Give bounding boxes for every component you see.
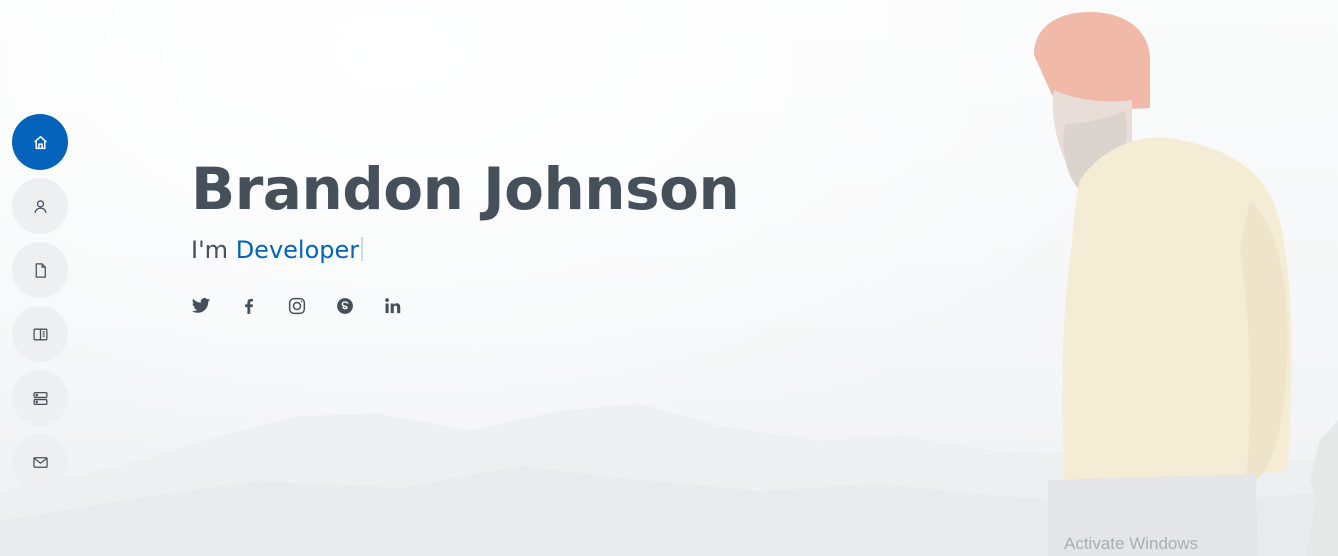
nav-about-button[interactable]: [12, 178, 68, 234]
activate-windows-watermark: Activate Windows: [1064, 534, 1199, 553]
instagram-link[interactable]: [287, 296, 307, 316]
file-icon: [35, 262, 46, 278]
instagram-icon: [288, 297, 306, 315]
hero-section: Brandon Johnson I'm Developer: [191, 152, 740, 316]
book-half-icon: [32, 328, 48, 340]
typed-cursor: [361, 237, 364, 261]
linkedin-link[interactable]: [383, 296, 403, 316]
hero-subtitle: I'm Developer: [191, 234, 739, 266]
envelope-icon: [32, 456, 48, 468]
skype-icon: [337, 298, 353, 314]
nav-contact-button[interactable]: [12, 434, 68, 490]
nav-portfolio-button[interactable]: [12, 306, 68, 362]
server-icon: [32, 391, 48, 405]
twitter-link[interactable]: [191, 296, 211, 316]
hero-typed-role: Developer: [235, 236, 360, 264]
facebook-link[interactable]: [239, 296, 259, 316]
nav-services-button[interactable]: [12, 370, 68, 426]
linkedin-icon: [385, 298, 401, 314]
house-icon: [33, 135, 47, 149]
hero-name: Brandon Johnson: [191, 155, 740, 223]
hero-subtitle-prefix: I'm: [191, 236, 229, 264]
social-links: [191, 296, 739, 316]
skype-link[interactable]: [335, 296, 355, 316]
side-navigation: [12, 114, 68, 490]
twitter-icon: [191, 298, 211, 313]
person-icon: [33, 199, 47, 213]
nav-resume-button[interactable]: [12, 242, 68, 298]
nav-home-button[interactable]: [12, 114, 68, 170]
facebook-icon: [245, 298, 253, 314]
